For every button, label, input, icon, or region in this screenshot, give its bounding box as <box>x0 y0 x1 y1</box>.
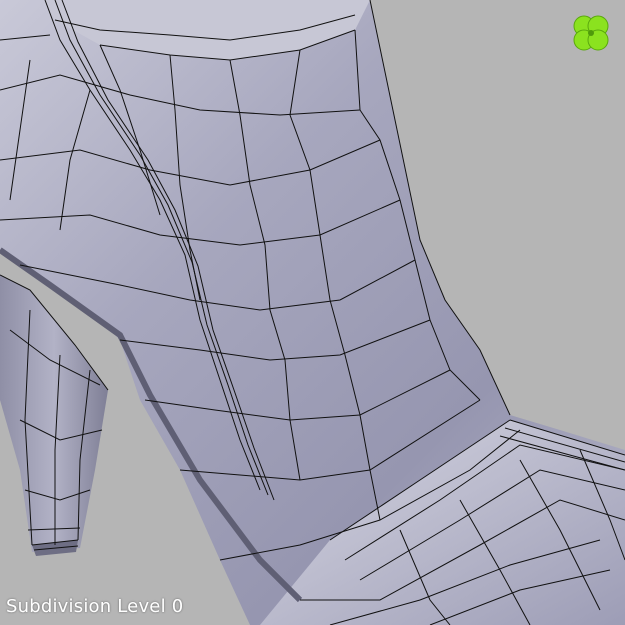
boot-mesh-render[interactable] <box>0 0 625 625</box>
subdivision-level-label: Subdivision Level 0 <box>6 596 184 617</box>
four-leaf-clover-icon <box>573 15 609 51</box>
3d-viewport[interactable]: Subdivision Level 0 <box>0 0 625 625</box>
